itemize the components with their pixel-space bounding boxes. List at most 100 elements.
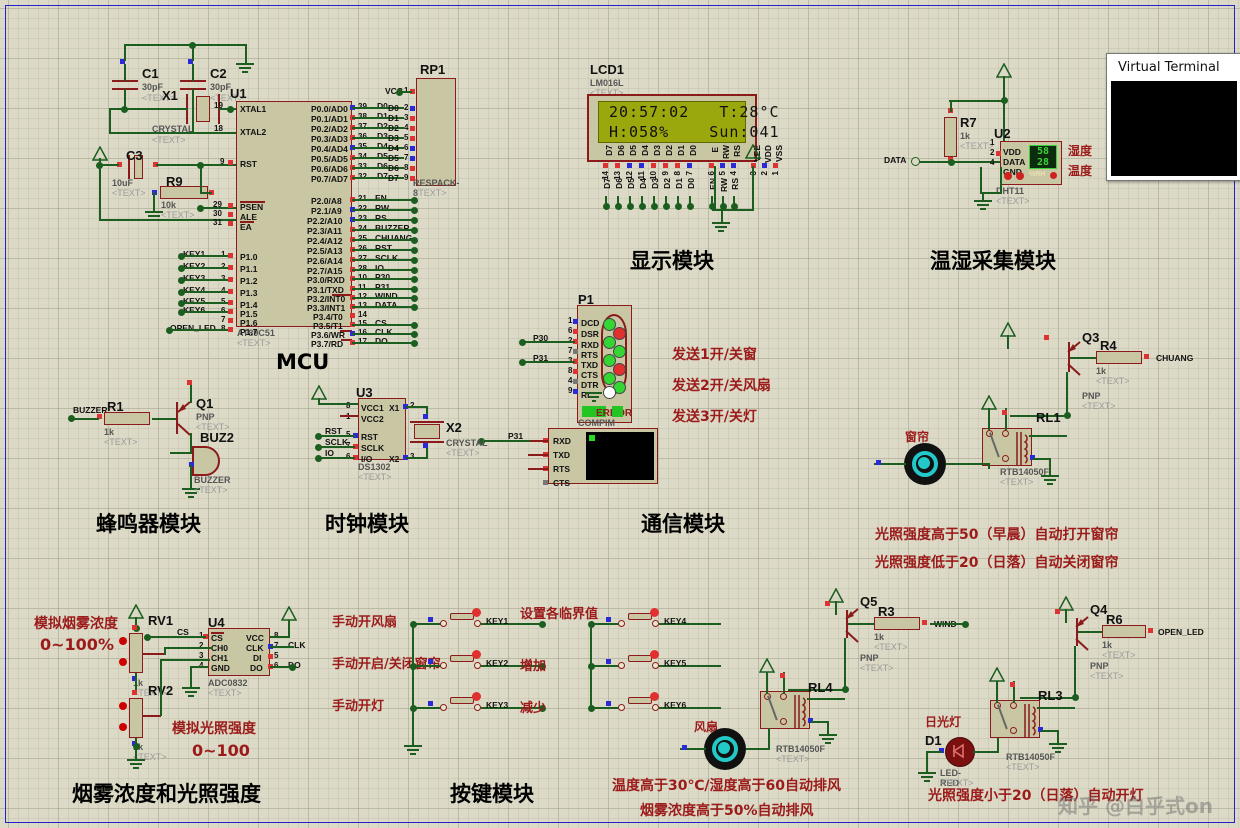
c2-ref: C2 xyxy=(210,66,227,81)
c1-ref: C1 xyxy=(142,66,159,81)
comport-ref: P1 xyxy=(578,292,594,307)
rl1-text: <TEXT> xyxy=(1000,477,1034,487)
comm-note-1: 发送1开/关窗 xyxy=(672,347,757,363)
r7-value: 1k xyxy=(960,131,971,141)
curtain-note-2: 光照强度低于20（日落）自动关闭窗帘 xyxy=(875,555,1119,571)
q3-text: <TEXT> xyxy=(1082,401,1116,411)
q3-type: PNP xyxy=(1082,391,1101,401)
proteus-schematic-canvas[interactable]: C1 30pF <TEXT> C2 30pF <TEXT> X1 CRYSTAL… xyxy=(0,0,1240,828)
r7-text: <TEXT> xyxy=(960,141,994,151)
mcu-text: <TEXT> xyxy=(237,338,271,348)
q4-ref: Q4 xyxy=(1090,602,1108,617)
x1-ref: X1 xyxy=(162,88,178,103)
key-6-net: KEY6 xyxy=(664,700,687,710)
q4-type: PNP xyxy=(1090,661,1109,671)
r7-body xyxy=(944,117,957,157)
key-1-net: KEY1 xyxy=(486,616,509,626)
c3-value: 10uF xyxy=(112,178,134,188)
x1-crystal-body xyxy=(196,96,210,122)
r1-text: <TEXT> xyxy=(104,437,138,447)
r6-text: <TEXT> xyxy=(1102,650,1136,660)
r6-ref: R6 xyxy=(1106,612,1123,627)
r1-value: 1k xyxy=(104,427,115,437)
title-buzzer: 蜂鸣器模块 xyxy=(96,512,201,536)
x2-crystal-body xyxy=(414,424,440,439)
title-temp-humidity: 温湿采集模块 xyxy=(930,249,1056,273)
key-3-label: 手动开灯 xyxy=(332,699,385,714)
r4-ref: R4 xyxy=(1100,338,1117,353)
buz-ref: BUZ2 xyxy=(200,430,234,445)
smoke-note-title: 模拟烟雾浓度 xyxy=(34,616,118,632)
x1-text: <TEXT> xyxy=(152,135,186,145)
dht-text: <TEXT> xyxy=(996,196,1030,206)
comm-note-3: 发送3开/关灯 xyxy=(672,409,757,425)
rl3-text: <TEXT> xyxy=(1006,762,1040,772)
buz-text: <TEXT> xyxy=(194,485,228,495)
fan-note-2: 烟雾浓度高于50%自动排风 xyxy=(640,803,814,819)
q1-type: PNP xyxy=(196,412,215,422)
clock-text: <TEXT> xyxy=(358,472,392,482)
title-clock: 时钟模块 xyxy=(325,512,409,536)
mcu-ref: U1 xyxy=(230,86,247,101)
key-5-net: KEY5 xyxy=(664,658,687,668)
lcd-line-1: 20:57:02 T:28°C xyxy=(609,103,780,121)
buzzer-net: BUZZER xyxy=(73,405,108,415)
title-communication: 通信模块 xyxy=(641,512,725,536)
q5-ref: Q5 xyxy=(860,594,878,609)
key-6-label: 减少 xyxy=(520,701,547,716)
adc-part: ADC0832 xyxy=(208,678,248,688)
virtual-terminal-window[interactable]: Virtual Terminal xyxy=(1106,53,1240,181)
r7-ref: R7 xyxy=(960,115,977,130)
virtual-terminal-output[interactable] xyxy=(1111,81,1237,176)
r6-value: 1k xyxy=(1102,640,1113,650)
lamp-label: 日光灯 xyxy=(925,715,962,729)
light-note-title: 模拟光照强度 xyxy=(172,721,256,737)
r4-net: CHUANG xyxy=(1156,353,1194,363)
rl4-ref: RL4 xyxy=(808,680,833,695)
light-note-range: 0~100 xyxy=(192,741,250,760)
r9-value: 10k xyxy=(161,200,177,210)
clock-ref: U3 xyxy=(356,385,373,400)
key-2-label: 手动开启/关闭窗帘 xyxy=(332,657,441,672)
title-display: 显示模块 xyxy=(630,249,714,273)
respack-text: <TEXT> xyxy=(413,188,447,198)
lcd-line-2: H:058% Sun:041 xyxy=(609,123,780,141)
buz-part: BUZZER xyxy=(194,475,231,485)
dht-temp-value: 28 xyxy=(1036,157,1050,168)
key-4-net: KEY4 xyxy=(664,616,687,626)
key-5-label: 增加 xyxy=(520,659,547,674)
rl3-part: RTB14050F xyxy=(1006,752,1056,762)
c3-ref: C3 xyxy=(126,148,143,163)
r4-value: 1k xyxy=(1096,366,1107,376)
dht-unit: %RH xyxy=(1029,171,1046,178)
adc-ref: U4 xyxy=(208,615,225,630)
rv2-body[interactable] xyxy=(129,698,143,738)
watermark: 知乎 @白乎式on xyxy=(1058,794,1213,818)
dht-temp-label: 温度 xyxy=(1068,164,1093,178)
rv1-body[interactable] xyxy=(129,633,143,673)
dht-ref: U2 xyxy=(994,126,1011,141)
adc-text: <TEXT> xyxy=(208,688,242,698)
r1-ref: R1 xyxy=(107,399,124,414)
rl1-ref: RL1 xyxy=(1036,410,1061,425)
q3-ref: Q3 xyxy=(1082,330,1100,345)
key-3-net: KEY3 xyxy=(486,700,509,710)
dht-readout: 58 28 xyxy=(1029,145,1057,169)
curtain-note-1: 光照强度高于50（早晨）自动打开窗帘 xyxy=(875,527,1119,543)
d1-ref: D1 xyxy=(925,733,942,748)
comport-part: COMPIM xyxy=(578,418,615,428)
q5-type: PNP xyxy=(860,653,879,663)
x2-text: <TEXT> xyxy=(446,448,480,458)
q5-text: <TEXT> xyxy=(860,663,894,673)
lcd-screen: 20:57:02 T:28°C H:058% Sun:041 xyxy=(598,101,780,143)
dht-humidity-label: 湿度 xyxy=(1068,144,1093,158)
rv1-ref: RV1 xyxy=(148,613,174,628)
dht-humidity-value: 58 xyxy=(1036,146,1050,157)
title-keys: 按键模块 xyxy=(450,782,534,806)
q1-ref: Q1 xyxy=(196,396,214,411)
title-mcu: MCU xyxy=(276,350,330,374)
c2-value: 30pF xyxy=(210,82,232,92)
rl4-part: RTB14050F xyxy=(776,744,826,754)
virtual-terminal-title: Virtual Terminal xyxy=(1107,54,1240,80)
r3-text: <TEXT> xyxy=(874,642,908,652)
